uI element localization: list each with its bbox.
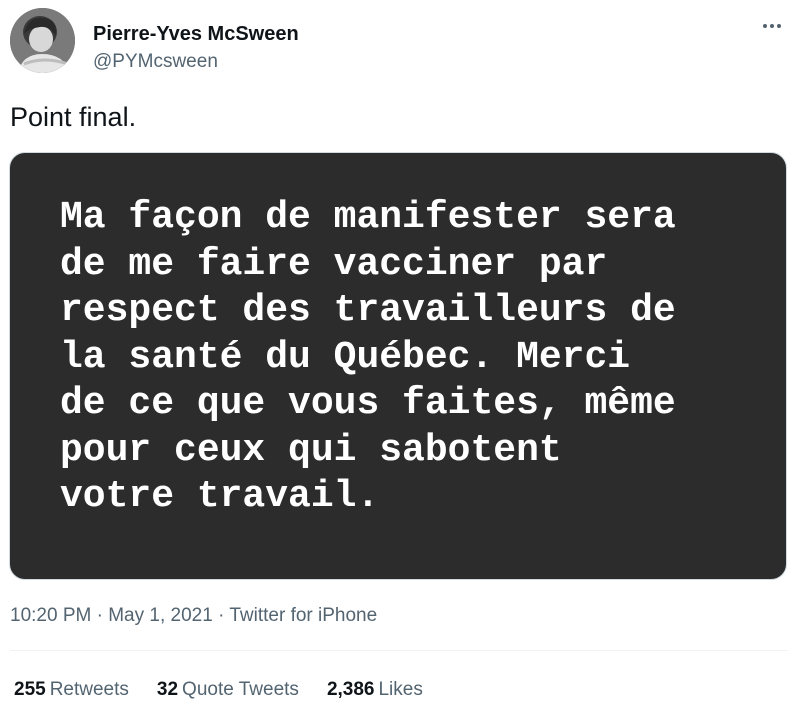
quote-tweets-count: 32 — [156, 679, 179, 700]
divider — [10, 650, 788, 651]
meta-separator: · — [212, 605, 230, 626]
retweets-count: 255 — [14, 679, 46, 700]
retweets-stat[interactable]: 255 Retweets — [14, 679, 129, 701]
tweet-date[interactable]: May 1, 2021 — [108, 605, 213, 626]
author-handle[interactable]: @PYMcsween — [93, 51, 218, 73]
tweet-source[interactable]: Twitter for iPhone — [229, 605, 377, 626]
retweets-label: Retweets — [49, 679, 129, 700]
tweet-time[interactable]: 10:20 PM — [10, 605, 91, 626]
tweet-media-image[interactable]: Ma façon de manifester sera de me faire … — [9, 152, 787, 580]
likes-stat[interactable]: 2,386 Likes — [327, 679, 423, 701]
quote-tweets-stat[interactable]: 32 Quote Tweets — [157, 679, 299, 701]
likes-label: Likes — [378, 679, 423, 700]
avatar[interactable] — [10, 8, 75, 73]
more-horizontal-icon[interactable] — [760, 14, 784, 38]
media-image-text: Ma façon de manifester sera de me faire … — [60, 196, 676, 518]
likes-count: 2,386 — [326, 679, 375, 700]
tweet-text: Point final. — [10, 102, 137, 132]
quote-tweets-label: Quote Tweets — [182, 679, 299, 700]
tweet-stats: 255 Retweets 32 Quote Tweets 2,386 Likes — [14, 679, 423, 701]
tweet-metadata: 10:20 PM · May 1, 2021 · Twitter for iPh… — [10, 605, 377, 627]
avatar-image — [10, 8, 75, 73]
author-name[interactable]: Pierre-Yves McSween — [93, 23, 299, 46]
tweet-header: Pierre-Yves McSween @PYMcsween — [10, 8, 788, 78]
meta-separator: · — [91, 605, 109, 626]
